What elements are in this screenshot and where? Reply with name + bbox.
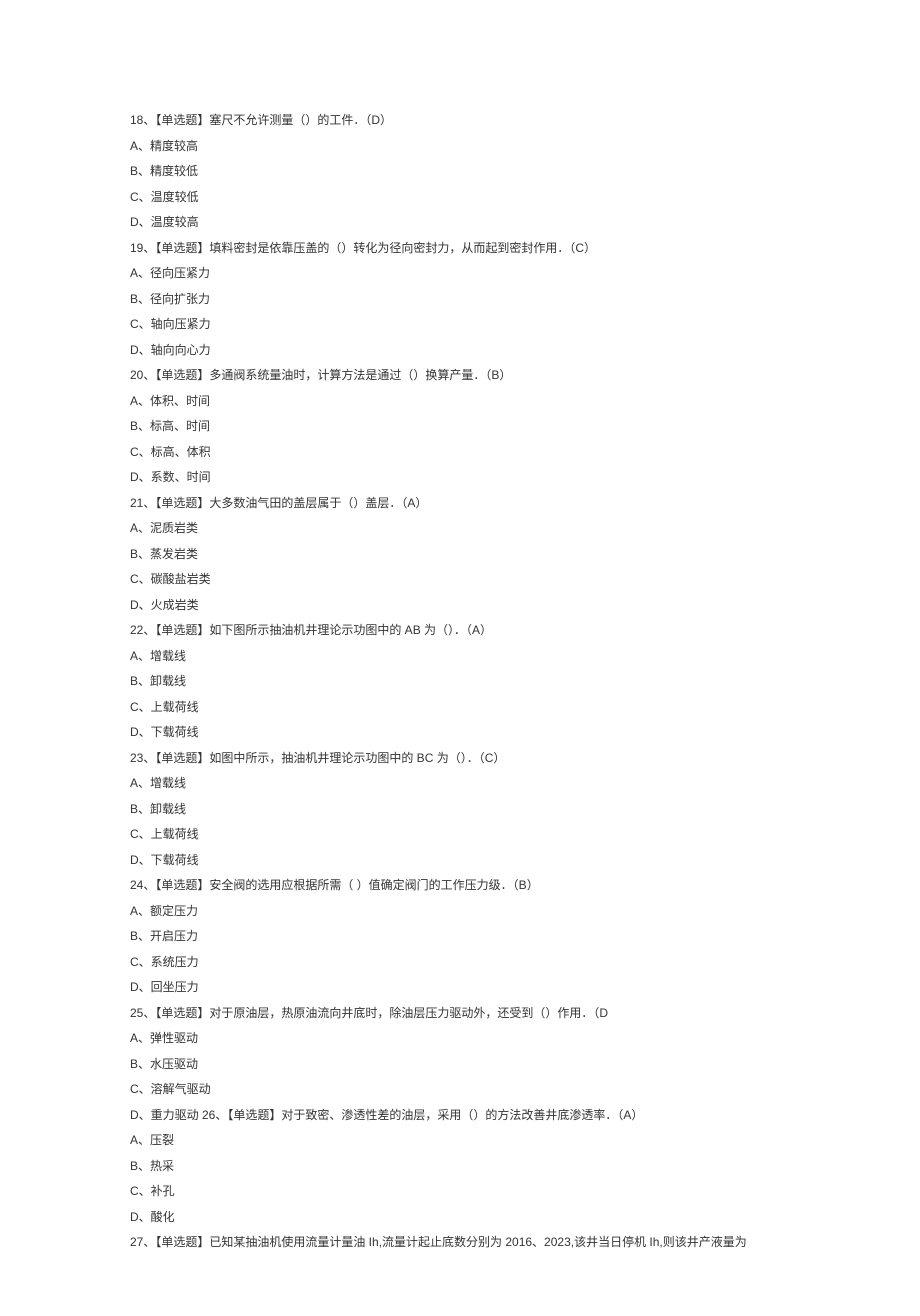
text-line: C、补孔 bbox=[130, 1179, 790, 1205]
text-line: 19、【单选题】填料密封是依靠压盖的（）转化为径向密封力，从而起到密封作用．（C… bbox=[130, 236, 790, 262]
text-line: B、卸载线 bbox=[130, 797, 790, 823]
text-line: D、系数、时间 bbox=[130, 465, 790, 491]
text-line: A、增载线 bbox=[130, 644, 790, 670]
text-line: C、上载荷线 bbox=[130, 822, 790, 848]
text-line: B、蒸发岩类 bbox=[130, 542, 790, 568]
document-page: 18、【单选题】塞尺不允许测量（）的工件．（D） A、精度较高 B、精度较低 C… bbox=[0, 0, 920, 1316]
text-line: B、开启压力 bbox=[130, 924, 790, 950]
text-line: A、弹性驱动 bbox=[130, 1026, 790, 1052]
text-line: C、系统压力 bbox=[130, 950, 790, 976]
text-line: B、标高、时间 bbox=[130, 414, 790, 440]
text-line: D、火成岩类 bbox=[130, 593, 790, 619]
text-line: A、径向压紧力 bbox=[130, 261, 790, 287]
text-line: 23、【单选题】如图中所示，抽油机井理论示功图中的 BC 为（）．（C） bbox=[130, 746, 790, 772]
text-line: 21、【单选题】大多数油气田的盖层属于（）盖层．（A） bbox=[130, 491, 790, 517]
text-line: C、溶解气驱动 bbox=[130, 1077, 790, 1103]
text-line: 22、【单选题】如下图所示抽油机井理论示功图中的 AB 为（）．（A） bbox=[130, 618, 790, 644]
text-line: A、泥质岩类 bbox=[130, 516, 790, 542]
text-line: D、回坐压力 bbox=[130, 975, 790, 1001]
text-line: D、酸化 bbox=[130, 1205, 790, 1231]
text-line: B、卸载线 bbox=[130, 669, 790, 695]
text-line: 24、【单选题】安全阀的选用应根据所需（ ）值确定阀门的工作压力级．（B） bbox=[130, 873, 790, 899]
text-line: A、压裂 bbox=[130, 1128, 790, 1154]
text-line: B、热采 bbox=[130, 1154, 790, 1180]
text-line: 25、【单选题】对于原油层，热原油流向井底时，除油层压力驱动外，还受到（）作用．… bbox=[130, 1001, 790, 1027]
text-line: A、体积、时间 bbox=[130, 389, 790, 415]
text-line: D、温度较高 bbox=[130, 210, 790, 236]
text-line: C、标高、体积 bbox=[130, 440, 790, 466]
text-line: D、下载荷线 bbox=[130, 848, 790, 874]
text-line: D、下载荷线 bbox=[130, 720, 790, 746]
text-line: 20、【单选题】多通阀系统量油时，计算方法是通过（）换算产量．（B） bbox=[130, 363, 790, 389]
text-line: C、温度较低 bbox=[130, 185, 790, 211]
text-line: D、轴向向心力 bbox=[130, 338, 790, 364]
text-line: B、精度较低 bbox=[130, 159, 790, 185]
text-line: A、增载线 bbox=[130, 771, 790, 797]
text-line: 18、【单选题】塞尺不允许测量（）的工件．（D） bbox=[130, 108, 790, 134]
text-line: B、径向扩张力 bbox=[130, 287, 790, 313]
text-line: D、重力驱动 26、【单选题】对于致密、渗透性差的油层，采用（）的方法改善井底渗… bbox=[130, 1103, 790, 1129]
text-line: A、精度较高 bbox=[130, 134, 790, 160]
text-line: B、水压驱动 bbox=[130, 1052, 790, 1078]
text-line: C、轴向压紧力 bbox=[130, 312, 790, 338]
text-line: 27、【单选题】已知某抽油机使用流量计量油 Ih,流量计起止底数分别为 2016… bbox=[130, 1230, 790, 1256]
text-line: C、上载荷线 bbox=[130, 695, 790, 721]
text-line: A、额定压力 bbox=[130, 899, 790, 925]
text-line: C、碳酸盐岩类 bbox=[130, 567, 790, 593]
